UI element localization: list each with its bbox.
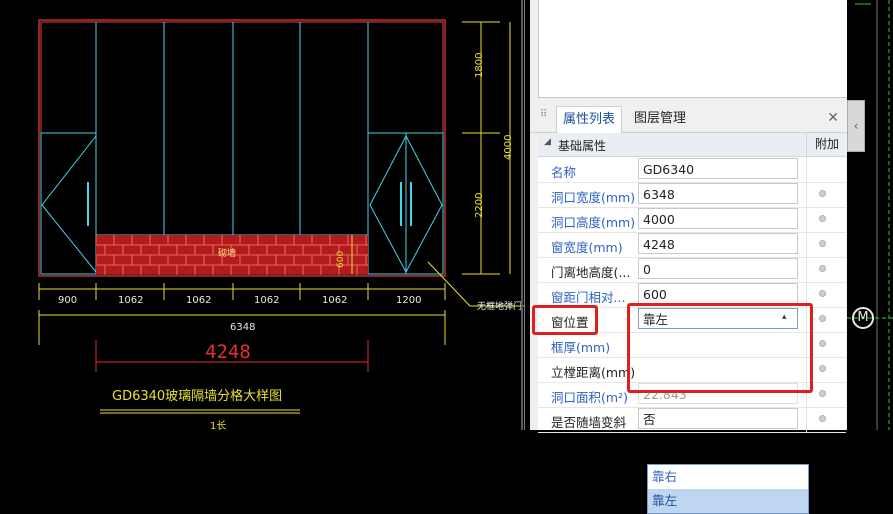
right-canvas[interactable]: [847, 0, 893, 430]
right-canvas-lines: [847, 0, 893, 430]
property-value[interactable]: 4248: [638, 233, 798, 254]
property-name: 框厚(mm): [551, 340, 611, 355]
attach-radio[interactable]: [819, 390, 826, 397]
dim-1062-c: 1062: [254, 295, 280, 306]
property-panel: ⠿ 属性列表 图层管理 ✕ ◢ 基础属性 附加 名称 GD6340 洞口宽度(mm)…: [530, 0, 848, 514]
attach-radio[interactable]: [819, 340, 826, 347]
splitter[interactable]: [521, 0, 523, 430]
property-value[interactable]: 0: [638, 258, 798, 279]
attach-radio[interactable]: [819, 215, 826, 222]
dim-900: 900: [58, 295, 78, 306]
tab-layer-manager[interactable]: 图层管理: [628, 106, 692, 132]
brick-label: 砌墙: [218, 249, 237, 259]
property-row[interactable]: 洞口高度(mm) 4000: [538, 207, 846, 233]
column-divider: [806, 232, 807, 257]
property-name: 洞口高度(mm): [551, 215, 636, 230]
marker-m: M: [852, 307, 874, 329]
dim-1200: 1200: [396, 295, 422, 306]
window-position-dropdown[interactable]: 靠右 靠左: [647, 464, 809, 514]
dim-4000: 4000: [503, 134, 514, 160]
splitter-edge: [524, 0, 525, 430]
close-icon[interactable]: ✕: [827, 110, 839, 126]
drawing-title: GD6340玻璃隔墙分格大样图: [112, 389, 283, 404]
property-value[interactable]: GD6340: [638, 158, 798, 179]
attach-radio[interactable]: [819, 415, 826, 422]
property-row[interactable]: 洞口宽度(mm) 6348: [538, 182, 846, 208]
property-row[interactable]: 名称 GD6340: [538, 157, 846, 183]
column-divider: [806, 157, 807, 182]
property-value[interactable]: 4000: [638, 208, 798, 229]
property-value[interactable]: 否: [638, 408, 798, 429]
group-basic[interactable]: ◢ 基础属性 附加: [538, 133, 846, 157]
cad-drawing: [38, 19, 525, 414]
property-row[interactable]: 是否随墙变斜否: [538, 407, 846, 433]
side-note: 无框地弹门: [477, 302, 523, 312]
group-label: 基础属性: [558, 139, 607, 153]
property-name: 洞口宽度(mm): [551, 190, 636, 205]
attach-radio[interactable]: [819, 190, 826, 197]
preview-area: [538, 0, 848, 98]
tab-property-list[interactable]: 属性列表: [556, 106, 623, 134]
property-name: 名称: [551, 165, 577, 180]
drag-grip-icon[interactable]: ⠿: [540, 110, 548, 125]
column-divider: [806, 182, 807, 207]
attach-radio[interactable]: [819, 315, 826, 322]
panel-tabbar: ⠿ 属性列表 图层管理 ✕: [530, 104, 847, 134]
dropdown-option-right[interactable]: 靠右: [648, 465, 808, 489]
dim-1800: 1800: [474, 52, 485, 78]
dim-1062-b: 1062: [186, 295, 212, 306]
column-divider: [806, 407, 807, 432]
attach-radio[interactable]: [819, 365, 826, 372]
property-name: 门离地高度(...: [551, 265, 631, 280]
property-value[interactable]: 6348: [638, 183, 798, 204]
column-divider: [806, 207, 807, 232]
attach-header: 附加: [806, 133, 847, 156]
highlight-label-box: [532, 305, 598, 335]
property-name: 是否随墙变斜: [551, 415, 627, 430]
property-row[interactable]: 窗宽度(mm) 4248: [538, 232, 846, 258]
column-divider: [806, 257, 807, 282]
collapse-triangle-icon[interactable]: ◢: [544, 137, 551, 147]
property-name: 洞口面积(m²): [551, 390, 628, 405]
attach-radio[interactable]: [819, 240, 826, 247]
dim-window-width: 4248: [205, 341, 251, 363]
drawing-subtitle: 1长: [210, 421, 227, 431]
property-value[interactable]: 600: [638, 283, 798, 304]
cad-canvas[interactable]: 1800 4000 2200 600 砌墙 900 1062 1062 1062…: [0, 0, 530, 430]
dim-600: 600: [336, 250, 346, 268]
dim-1062-a: 1062: [118, 295, 144, 306]
property-name: 窗宽度(mm): [551, 240, 623, 255]
highlight-dropdown-box: [627, 303, 813, 393]
property-row[interactable]: 门离地高度(... 0: [538, 257, 846, 283]
property-name: 窗距门相对...: [551, 290, 626, 305]
chevron-left-icon[interactable]: ‹: [847, 100, 865, 152]
attach-radio[interactable]: [819, 290, 826, 297]
dim-2200: 2200: [474, 192, 485, 218]
property-name: 立樘距离(mm): [551, 365, 636, 380]
attach-radio[interactable]: [819, 265, 826, 272]
dim-1062-d: 1062: [322, 295, 348, 306]
dim-overall: 6348: [230, 322, 256, 333]
dropdown-option-left[interactable]: 靠左: [648, 489, 808, 513]
